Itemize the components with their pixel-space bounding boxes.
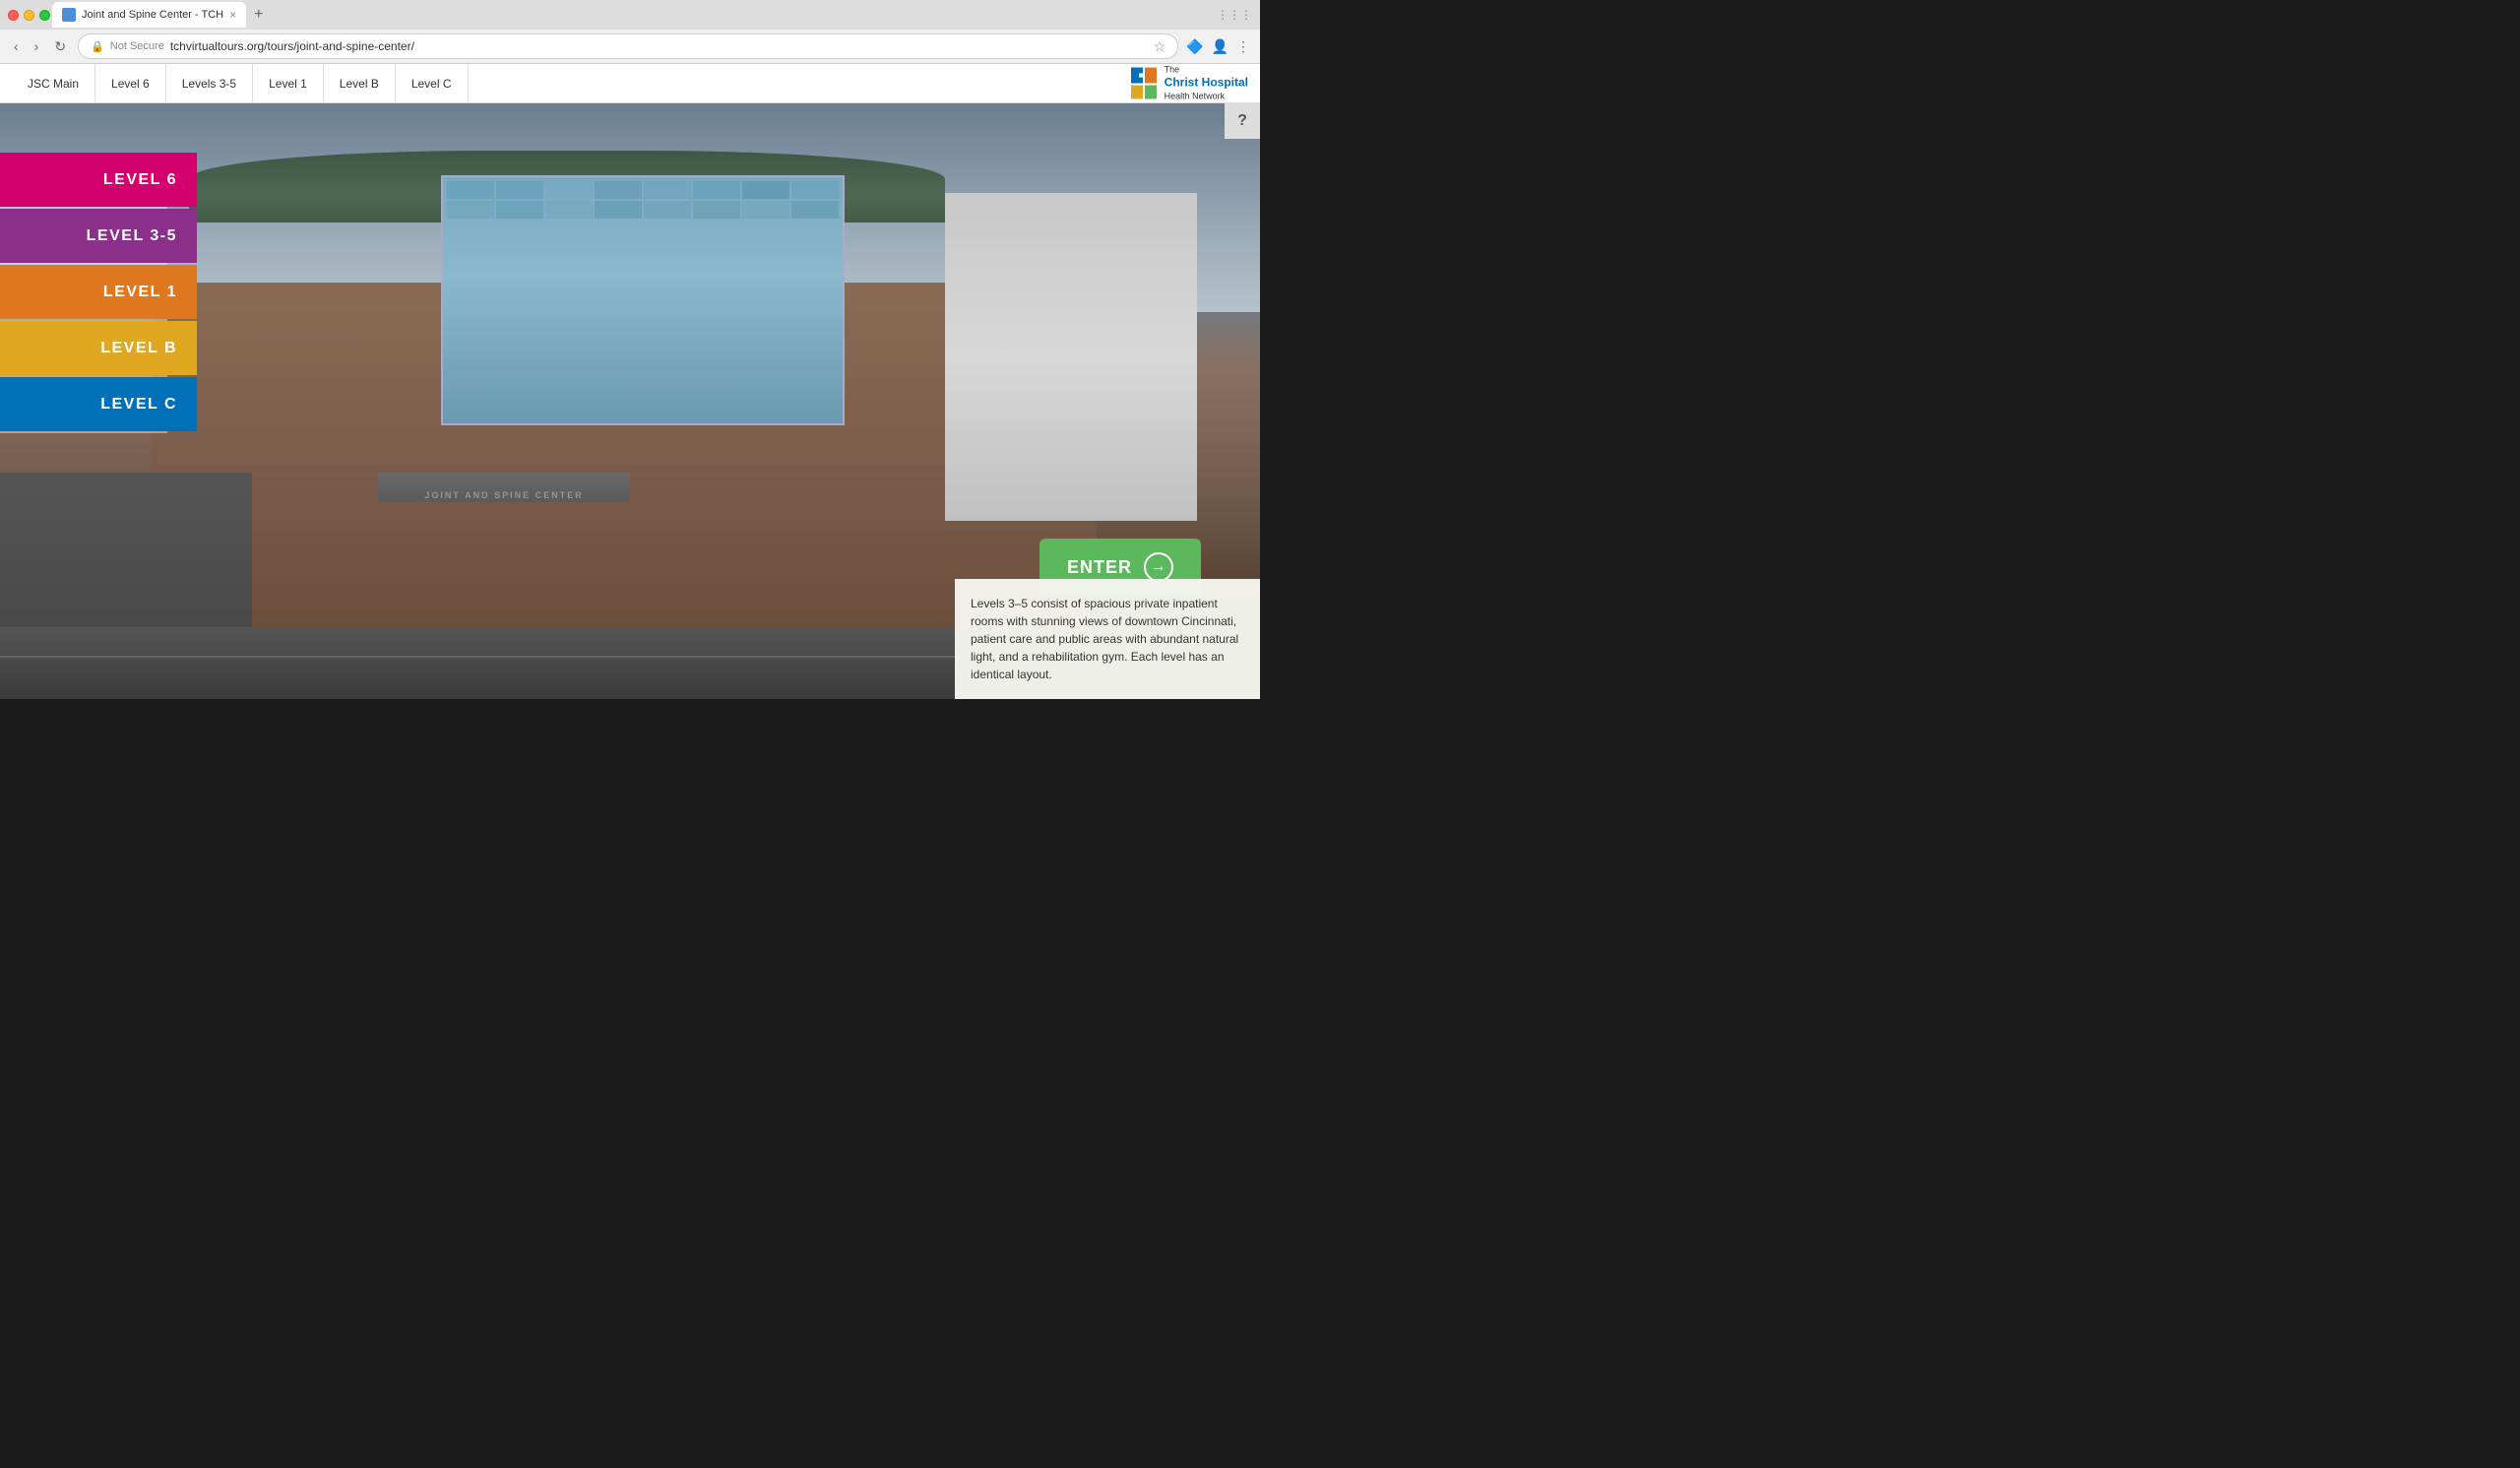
fullscreen-traffic-light[interactable] bbox=[39, 10, 50, 21]
more-options-icon[interactable]: ⋮ bbox=[1236, 38, 1250, 55]
level-1-button[interactable]: LEVEL 1 bbox=[0, 265, 197, 319]
glass-cell bbox=[496, 181, 543, 199]
glass-cell bbox=[447, 181, 494, 199]
glass-cell bbox=[545, 181, 593, 199]
glass-cell bbox=[447, 201, 494, 219]
tab-favicon bbox=[62, 8, 76, 22]
bookmark-icon[interactable]: ☆ bbox=[1154, 38, 1166, 55]
forward-button[interactable]: › bbox=[31, 36, 43, 56]
level-buttons-panel: LEVEL 6 LEVEL 3-5 LEVEL 1 LEVEL B LEVEL … bbox=[0, 153, 197, 431]
profile-icon[interactable]: 👤 bbox=[1212, 38, 1228, 55]
glass-cell bbox=[742, 201, 789, 219]
parked-cars bbox=[0, 492, 252, 628]
refresh-button[interactable]: ↻ bbox=[50, 36, 70, 57]
traffic-lights bbox=[8, 10, 50, 21]
minimize-traffic-light[interactable] bbox=[24, 10, 34, 21]
extensions-icon[interactable]: 🔷 bbox=[1186, 38, 1203, 55]
level-6-button[interactable]: LEVEL 6 bbox=[0, 153, 197, 207]
page-wrapper: Joint and Spine Center - TCH × + ⋮⋮⋮ ‹ ›… bbox=[0, 0, 1260, 699]
help-button[interactable]: ? bbox=[1225, 103, 1260, 139]
address-bar[interactable]: 🔒 Not Secure tchvirtualtours.org/tours/j… bbox=[78, 33, 1178, 59]
url-text: tchvirtualtours.org/tours/joint-and-spin… bbox=[170, 39, 1148, 53]
new-tab-button[interactable]: + bbox=[248, 6, 269, 24]
glass-cell bbox=[595, 181, 642, 199]
glass-cell bbox=[545, 201, 593, 219]
site-nav-tabs: JSC Main Level 6 Levels 3-5 Level 1 Leve… bbox=[12, 64, 1248, 103]
not-secure-label: Not Secure bbox=[110, 40, 164, 52]
nav-tab-level-1[interactable]: Level 1 bbox=[253, 64, 324, 103]
christ-hospital-logo-icon bbox=[1129, 66, 1159, 101]
close-traffic-light[interactable] bbox=[8, 10, 19, 21]
adjacent-building bbox=[945, 193, 1197, 521]
nav-tab-level-c[interactable]: Level C bbox=[396, 64, 469, 103]
info-box: Levels 3–5 consist of spacious private i… bbox=[955, 579, 1260, 699]
glass-cell bbox=[595, 201, 642, 219]
glass-cell bbox=[693, 181, 740, 199]
site-navigation: JSC Main Level 6 Levels 3-5 Level 1 Leve… bbox=[0, 64, 1260, 103]
browser-right-icons: 🔷 👤 ⋮ bbox=[1186, 38, 1250, 55]
nav-tab-jsc-main[interactable]: JSC Main bbox=[12, 64, 95, 103]
glass-cell bbox=[742, 181, 789, 199]
nav-tab-level-6[interactable]: Level 6 bbox=[95, 64, 166, 103]
browser-zoom-icon: ⋮⋮⋮ bbox=[1217, 8, 1252, 22]
browser-chrome: Joint and Spine Center - TCH × + ⋮⋮⋮ ‹ ›… bbox=[0, 0, 1260, 64]
glass-cell bbox=[791, 181, 839, 199]
enter-arrow-icon: → bbox=[1144, 552, 1173, 582]
building-name-sign: JOINT AND SPINE CENTER bbox=[378, 490, 630, 500]
address-bar-row: ‹ › ↻ 🔒 Not Secure tchvirtualtours.org/t… bbox=[0, 30, 1260, 63]
main-content: JOINT AND SPINE CENTER ? LEVEL 6 LEVEL 3… bbox=[0, 103, 1260, 699]
tab-close-button[interactable]: × bbox=[229, 8, 236, 22]
address-bar-icons: ☆ bbox=[1154, 38, 1166, 55]
level-b-button[interactable]: LEVEL B bbox=[0, 321, 197, 375]
glass-cell bbox=[644, 181, 691, 199]
tab-title: Joint and Spine Center - TCH bbox=[82, 9, 223, 21]
level-c-button[interactable]: LEVEL C bbox=[0, 377, 197, 431]
info-box-text: Levels 3–5 consist of spacious private i… bbox=[971, 595, 1244, 683]
level-35-button[interactable]: LEVEL 3-5 bbox=[0, 209, 197, 263]
glass-grid bbox=[443, 177, 843, 423]
site-logo: The Christ Hospital Health Network bbox=[1129, 64, 1248, 102]
logo-text: The Christ Hospital Health Network bbox=[1165, 64, 1248, 102]
security-lock-icon: 🔒 bbox=[91, 40, 104, 53]
back-button[interactable]: ‹ bbox=[10, 36, 23, 56]
tab-bar: Joint and Spine Center - TCH × + ⋮⋮⋮ bbox=[0, 0, 1260, 30]
nav-tab-level-b[interactable]: Level B bbox=[324, 64, 396, 103]
glass-cell bbox=[693, 201, 740, 219]
glass-cell bbox=[791, 201, 839, 219]
glass-cell bbox=[644, 201, 691, 219]
browser-tab[interactable]: Joint and Spine Center - TCH × bbox=[52, 2, 246, 28]
nav-tab-levels-3-5[interactable]: Levels 3-5 bbox=[166, 64, 253, 103]
glass-facade bbox=[441, 175, 845, 425]
glass-cell bbox=[496, 201, 543, 219]
